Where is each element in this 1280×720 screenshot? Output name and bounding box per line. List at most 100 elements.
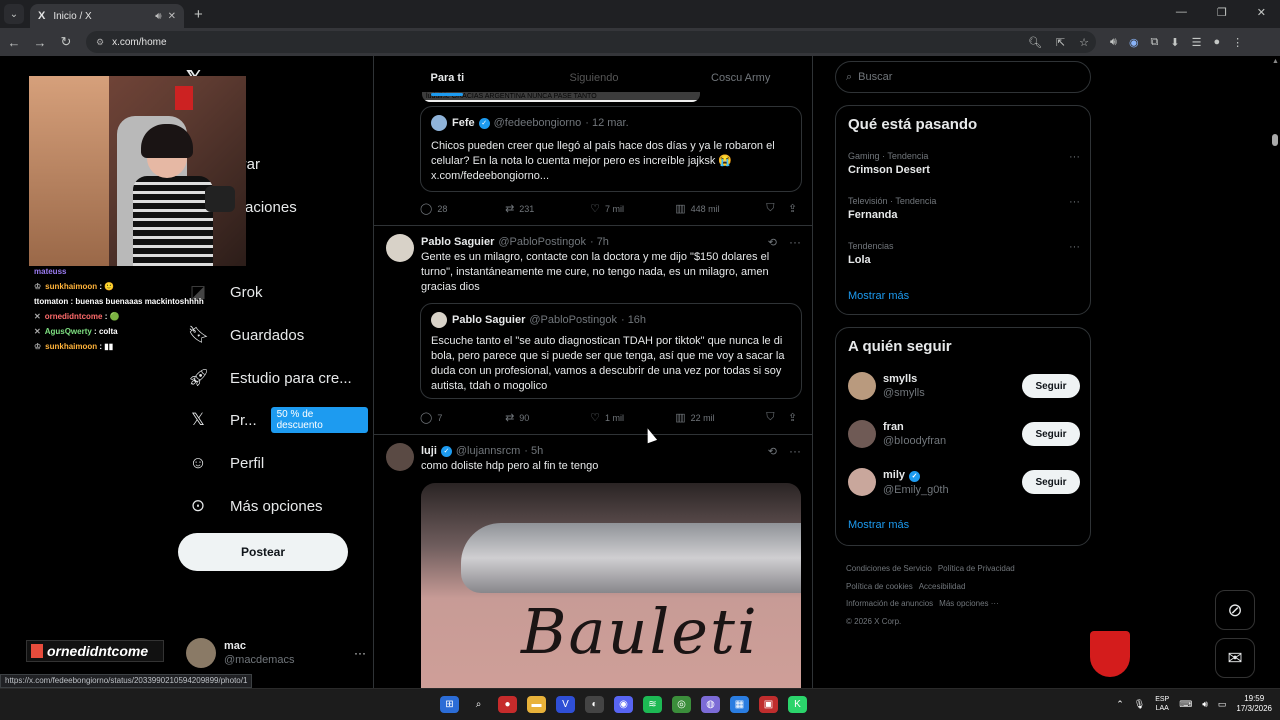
post-author-name[interactable]: luji (421, 445, 437, 457)
page-scrollbar[interactable]: ▲ (1270, 56, 1280, 688)
quoted-post[interactable]: Fefe ✓ @fedeebongiorno · 12 mar. Chicos … (420, 106, 802, 192)
browser-tab[interactable]: X Inicio / X 🔊︎ ✕ (30, 4, 184, 28)
forward-icon[interactable]: → (28, 35, 52, 50)
account-switcher[interactable]: mac @macdemacs ··· (186, 638, 366, 668)
spotify-icon[interactable]: ≋ (643, 696, 662, 713)
tab-search-button[interactable]: ⌄ (4, 4, 24, 24)
footer-link[interactable]: Accesibilidad (919, 582, 966, 591)
url-text[interactable]: x.com/home (112, 37, 1021, 48)
menu-icon[interactable]: ⋮ (1232, 36, 1243, 49)
views-button[interactable]: ▥ 22 mil (675, 411, 766, 424)
nav-more[interactable]: ⊙ Más opciones (188, 491, 323, 521)
post-author-name[interactable]: Pablo Saguier (421, 236, 494, 248)
network-icon[interactable]: ⌨ (1179, 699, 1192, 710)
minimize-icon[interactable]: — (1176, 6, 1187, 19)
share-button[interactable]: ⇪ (788, 411, 802, 424)
new-tab-button[interactable]: + (194, 6, 203, 23)
trend-more-icon[interactable]: ··· (1069, 241, 1080, 253)
post-image[interactable]: Bauleti (421, 483, 801, 688)
footer-link[interactable]: Política de Privacidad (938, 564, 1015, 573)
media-icon[interactable]: 🔊︎ (1110, 36, 1117, 49)
file-explorer-icon[interactable]: ▬ (527, 696, 546, 713)
grok-explain-icon[interactable]: ⟲ (768, 445, 777, 458)
footer-link[interactable]: Política de cookies (846, 582, 913, 591)
tab-following[interactable]: Siguiendo (521, 56, 668, 100)
nav-profile[interactable]: ☺ Perfil (188, 448, 264, 478)
avatar[interactable] (386, 234, 414, 262)
tab-coscu-army[interactable]: Coscu Army (667, 56, 812, 100)
reading-list-icon[interactable]: ☰ (1192, 36, 1202, 49)
reply-button[interactable]: ◯ 28 (420, 202, 505, 215)
nav-premium[interactable]: 𝕏 Pr... 50 % de descuento (188, 405, 368, 435)
bookmark-button[interactable]: ⛉ (766, 411, 788, 424)
quoted-post[interactable]: Pablo Saguier @PabloPostingok · 16h Escu… (420, 303, 802, 399)
post-time[interactable]: · 7h (590, 236, 609, 248)
footer-more-link[interactable]: Más opciones ··· (939, 599, 999, 608)
obs-icon[interactable]: ◐ (585, 696, 604, 713)
trend-item[interactable]: Gaming · Tendencia Crimson Desert ··· (848, 151, 1080, 176)
voicemod-icon[interactable]: ▣ (759, 696, 778, 713)
app-shell-icon[interactable]: ◍ (701, 696, 720, 713)
follow-suggestion[interactable]: smylls @smylls Seguir (848, 369, 1080, 403)
like-button[interactable]: ♡ 1 mil (590, 411, 675, 424)
volume-icon[interactable]: 🔊︎ (1202, 699, 1208, 710)
discord-icon[interactable]: ◉ (614, 696, 633, 713)
app-red-icon[interactable]: ● (498, 696, 517, 713)
trend-more-icon[interactable]: ··· (1069, 151, 1080, 163)
search-input[interactable]: ⌕ Buscar (835, 61, 1091, 93)
repost-button[interactable]: ⇄ 90 (505, 411, 590, 424)
post-more-icon[interactable]: ··· (789, 235, 801, 249)
scroll-up-icon[interactable]: ▲ (1272, 58, 1279, 65)
app-v-icon[interactable]: V (556, 696, 575, 713)
follow-button[interactable]: Seguir (1022, 470, 1080, 494)
follow-suggestion[interactable]: mily ✓ @Emily_g0th Seguir (848, 465, 1080, 499)
speaker-icon[interactable]: 🔊︎ (155, 11, 161, 22)
tray-overflow-icon[interactable]: ⌃ (1116, 699, 1124, 710)
grok-fab-button[interactable]: ⊘ (1215, 590, 1255, 630)
follow-suggestion[interactable]: fran @bIoodyfran Seguir (848, 417, 1080, 451)
clock[interactable]: 19:59 17/3/2026 (1236, 694, 1272, 714)
post-more-icon[interactable]: ··· (789, 444, 801, 458)
trend-item[interactable]: Tendencias Lola ··· (848, 241, 1080, 266)
reply-button[interactable]: ◯ 7 (420, 411, 505, 424)
repost-button[interactable]: ⇄ 231 (505, 202, 590, 215)
post-author-handle[interactable]: @lujannsrcm (456, 445, 520, 457)
start-icon[interactable]: ⊞ (440, 696, 459, 713)
profile-icon[interactable]: ● (1214, 36, 1221, 49)
language-indicator[interactable]: ESP LAA (1155, 695, 1169, 713)
follow-button[interactable]: Seguir (1022, 374, 1080, 398)
premium-discount-badge[interactable]: 50 % de descuento (270, 407, 368, 433)
omnibox[interactable]: ⚙ x.com/home 🔍︎ ⇱ ☆ (86, 31, 1096, 53)
site-info-icon[interactable]: ⚙ (96, 37, 104, 48)
search-icon[interactable]: ⌕ (469, 696, 488, 713)
messages-fab-button[interactable]: ✉ (1215, 638, 1255, 678)
back-icon[interactable]: ← (2, 35, 26, 50)
nav-creator-studio[interactable]: 🚀︎ Estudio para cre... (188, 363, 352, 393)
extensions-icon[interactable]: ⧉ (1151, 36, 1159, 49)
show-more-trends-link[interactable]: Mostrar más (848, 290, 909, 302)
audio-active-icon[interactable]: ◉ (1129, 36, 1139, 49)
share-button[interactable]: ⇪ (788, 202, 802, 215)
photos-icon[interactable]: ▦ (730, 696, 749, 713)
close-window-icon[interactable]: ✕ (1257, 6, 1266, 19)
grok-explain-icon[interactable]: ⟲ (768, 236, 777, 249)
trend-item[interactable]: Televisión · Tendencia Fernanda ··· (848, 196, 1080, 221)
chrome-icon[interactable]: ◎ (672, 696, 691, 713)
maximize-icon[interactable]: ❐ (1217, 6, 1227, 19)
bookmark-button[interactable]: ⛉ (766, 202, 788, 215)
download-icon[interactable]: ⬇ (1170, 36, 1179, 49)
install-icon[interactable]: ⇱ (1056, 36, 1065, 49)
tab-for-you[interactable]: Para ti (374, 56, 521, 100)
like-button[interactable]: ♡ 7 mil (590, 202, 675, 215)
show-more-follow-link[interactable]: Mostrar más (848, 519, 909, 531)
account-more-icon[interactable]: ··· (354, 646, 366, 660)
scrollbar-thumb[interactable] (1272, 134, 1278, 146)
kick-icon[interactable]: K (788, 696, 807, 713)
views-button[interactable]: ▥ 448 mil (675, 202, 766, 215)
post-button[interactable]: Postear (178, 533, 348, 571)
follow-button[interactable]: Seguir (1022, 422, 1080, 446)
battery-icon[interactable]: ▭ (1218, 699, 1227, 710)
close-tab-icon[interactable]: ✕ (168, 11, 176, 22)
post-author-handle[interactable]: @PabloPostingok (498, 236, 586, 248)
bookmark-star-icon[interactable]: ☆ (1079, 36, 1089, 49)
